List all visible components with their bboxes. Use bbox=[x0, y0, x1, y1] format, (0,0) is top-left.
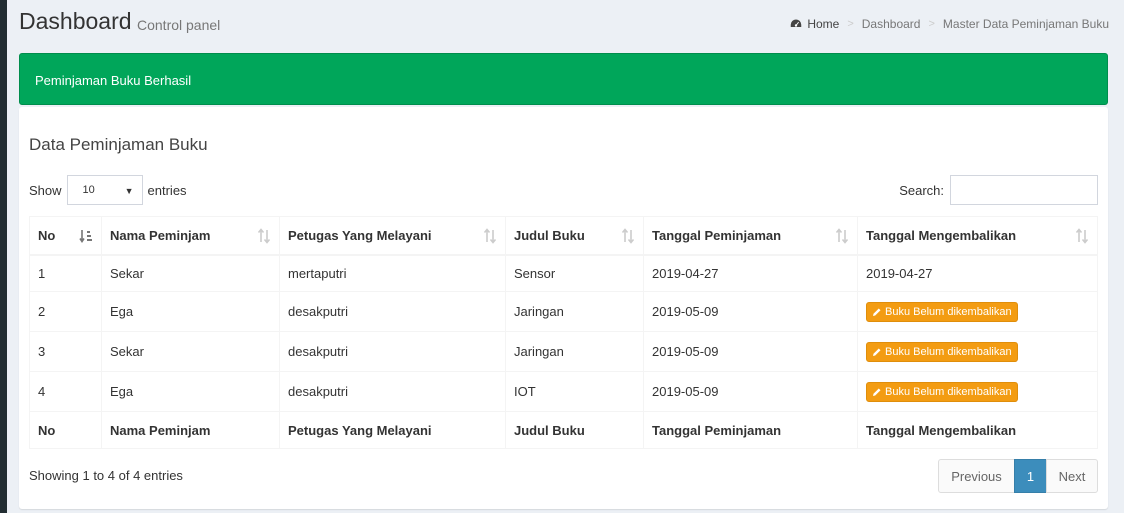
cell-tanggal-mengembalikan: Buku Belum dikembalikan bbox=[857, 291, 1098, 332]
search-label: Search: bbox=[899, 182, 944, 198]
cell-petugas: desakputri bbox=[279, 291, 506, 332]
cell-petugas: desakputri bbox=[279, 371, 506, 412]
footer-header-no: No bbox=[29, 411, 102, 449]
cell-tanggal-mengembalikan: Buku Belum dikembalikan bbox=[857, 371, 1098, 412]
footer-header-nama-peminjam: Nama Peminjam bbox=[101, 411, 280, 449]
cell-tanggal-peminjaman: 2019-05-09 bbox=[643, 291, 858, 332]
table-row: 2 Ega desakputri Jaringan 2019-05-09 Buk… bbox=[29, 291, 1098, 332]
sort-asc-icon bbox=[79, 230, 92, 243]
table-row: 1 Sekar mertaputri Sensor 2019-04-27 201… bbox=[29, 254, 1098, 292]
breadcrumb-separator: > bbox=[928, 18, 935, 30]
sort-both-icon bbox=[1075, 228, 1089, 244]
box-title: Data Peminjaman Buku bbox=[29, 135, 208, 154]
success-alert: Peminjaman Buku Berhasil bbox=[19, 53, 1108, 105]
cell-tanggal-mengembalikan: 2019-04-27 bbox=[857, 254, 1098, 292]
show-label: Show bbox=[29, 182, 62, 198]
footer-header-tanggal-mengembalikan: Tanggal Mengembalikan bbox=[857, 411, 1098, 449]
page-subtitle: Control panel bbox=[137, 17, 221, 33]
pencil-icon bbox=[873, 308, 881, 316]
sort-both-icon bbox=[621, 228, 635, 244]
next-page-button[interactable]: Next bbox=[1046, 459, 1098, 493]
entries-select-value: 10 bbox=[82, 184, 95, 196]
breadcrumb: Home > Dashboard > Master Data Peminjama… bbox=[790, 17, 1109, 31]
cell-no: 1 bbox=[29, 254, 102, 292]
dashboard-icon bbox=[791, 19, 802, 27]
cell-tanggal-peminjaman: 2019-05-09 bbox=[643, 331, 858, 372]
pencil-icon bbox=[873, 388, 881, 396]
return-book-button[interactable]: Buku Belum dikembalikan bbox=[866, 341, 1018, 362]
footer-header-tanggal-peminjaman: Tanggal Peminjaman bbox=[643, 411, 858, 449]
cell-petugas: desakputri bbox=[279, 331, 506, 372]
table-row: 3 Sekar desakputri Jaringan 2019-05-09 B… bbox=[29, 331, 1098, 372]
return-book-button[interactable]: Buku Belum dikembalikan bbox=[866, 381, 1018, 402]
sidebar-edge bbox=[0, 0, 7, 513]
sort-both-icon bbox=[483, 228, 497, 244]
cell-tanggal-peminjaman: 2019-04-27 bbox=[643, 254, 858, 292]
return-book-button-label: Buku Belum dikembalikan bbox=[885, 385, 1012, 398]
cell-judul: IOT bbox=[505, 371, 644, 412]
cell-petugas: mertaputri bbox=[279, 254, 506, 292]
cell-nama: Sekar bbox=[101, 254, 280, 292]
caret-down-icon: ▼ bbox=[124, 186, 134, 196]
search-control: Search: bbox=[899, 175, 1098, 205]
data-box: Data Peminjaman Buku Show 10 ▼ entries S… bbox=[19, 107, 1108, 509]
entries-select[interactable]: 10 ▼ bbox=[66, 175, 143, 205]
breadcrumb-dashboard[interactable]: Dashboard bbox=[862, 17, 921, 31]
page-title: Dashboard bbox=[19, 8, 132, 34]
previous-page-button[interactable]: Previous bbox=[938, 459, 1015, 493]
table-row: 4 Ega desakputri IOT 2019-05-09 Buku Bel… bbox=[29, 371, 1098, 412]
breadcrumb-separator: > bbox=[847, 18, 854, 30]
breadcrumb-home[interactable]: Home bbox=[807, 17, 839, 31]
loans-table: No Nama Peminjam Petugas Yang Melayani J… bbox=[29, 216, 1098, 449]
table-header-row: No Nama Peminjam Petugas Yang Melayani J… bbox=[29, 216, 1098, 256]
content-wrapper: Dashboard Control panel Home > Dashboard… bbox=[7, 0, 1124, 513]
column-header-tanggal-mengembalikan[interactable]: Tanggal Mengembalikan bbox=[857, 216, 1098, 256]
column-header-judul-buku[interactable]: Judul Buku bbox=[505, 216, 644, 256]
cell-judul: Jaringan bbox=[505, 291, 644, 332]
table-footer-row: No Nama Peminjam Petugas Yang Melayani J… bbox=[29, 411, 1098, 449]
return-book-button-label: Buku Belum dikembalikan bbox=[885, 345, 1012, 358]
cell-nama: Ega bbox=[101, 371, 280, 412]
cell-judul: Jaringan bbox=[505, 331, 644, 372]
entries-length-control: Show 10 ▼ entries bbox=[29, 175, 187, 205]
return-book-button-label: Buku Belum dikembalikan bbox=[885, 305, 1012, 318]
content-header: Dashboard Control panel Home > Dashboard… bbox=[19, 0, 1109, 46]
cell-nama: Sekar bbox=[101, 331, 280, 372]
breadcrumb-current: Master Data Peminjaman Buku bbox=[942, 17, 1109, 31]
cell-nama: Ega bbox=[101, 291, 280, 332]
entries-label: entries bbox=[147, 182, 187, 198]
sort-both-icon bbox=[257, 228, 271, 244]
cell-no: 3 bbox=[29, 331, 102, 372]
cell-tanggal-mengembalikan: Buku Belum dikembalikan bbox=[857, 331, 1098, 372]
search-input[interactable] bbox=[950, 175, 1098, 205]
cell-no: 2 bbox=[29, 291, 102, 332]
pencil-icon bbox=[873, 348, 881, 356]
column-header-petugas[interactable]: Petugas Yang Melayani bbox=[279, 216, 506, 256]
cell-tanggal-peminjaman: 2019-05-09 bbox=[643, 371, 858, 412]
footer-header-judul-buku: Judul Buku bbox=[505, 411, 644, 449]
sort-both-icon bbox=[835, 228, 849, 244]
column-header-tanggal-peminjaman[interactable]: Tanggal Peminjaman bbox=[643, 216, 858, 256]
page-1-button[interactable]: 1 bbox=[1014, 459, 1047, 493]
pagination: Previous 1 Next bbox=[938, 459, 1098, 493]
column-header-no[interactable]: No bbox=[29, 216, 102, 256]
footer-header-petugas: Petugas Yang Melayani bbox=[279, 411, 506, 449]
cell-no: 4 bbox=[29, 371, 102, 412]
table-info: Showing 1 to 4 of 4 entries bbox=[29, 468, 183, 483]
cell-judul: Sensor bbox=[505, 254, 644, 292]
return-book-button[interactable]: Buku Belum dikembalikan bbox=[866, 301, 1018, 322]
column-header-nama-peminjam[interactable]: Nama Peminjam bbox=[101, 216, 280, 256]
